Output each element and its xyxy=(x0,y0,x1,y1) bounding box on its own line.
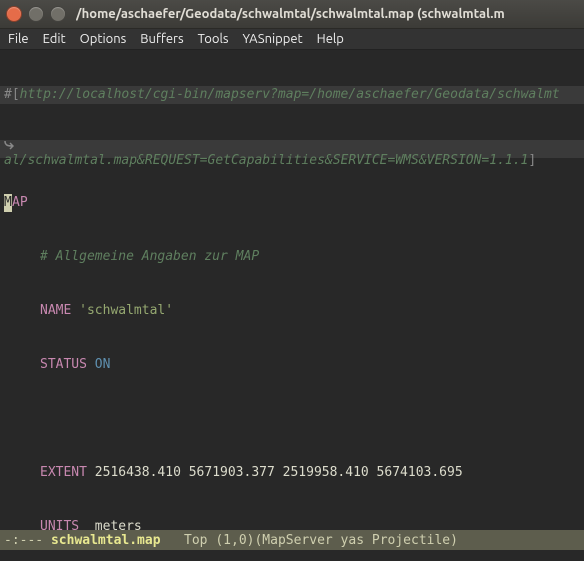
wrap-icon xyxy=(4,140,584,152)
line-units: UNITS meters xyxy=(0,518,584,530)
line-name: NAME 'schwalmtal' xyxy=(0,302,584,320)
menu-bar: File Edit Options Buffers Tools YASnippe… xyxy=(0,29,584,50)
editor-area[interactable]: #[http://localhost/cgi-bin/mapserv?map=/… xyxy=(0,50,584,530)
line-status: STATUS ON xyxy=(0,356,584,374)
menu-edit[interactable]: Edit xyxy=(43,32,66,46)
maximize-icon[interactable] xyxy=(50,6,66,22)
modeline-buffer: schwalmtal.map xyxy=(51,533,161,548)
menu-help[interactable]: Help xyxy=(317,32,344,46)
menu-options[interactable]: Options xyxy=(80,32,127,46)
line-blank1 xyxy=(0,410,584,428)
url-part2: al/schwalmtal.map&REQUEST=GetCapabilitie… xyxy=(4,153,528,168)
modeline-modes: (MapServer yas Projectile) xyxy=(254,533,458,548)
close-icon[interactable] xyxy=(6,6,22,22)
line-extent: EXTENT 2516438.410 5671903.377 2519958.4… xyxy=(0,464,584,482)
window-titlebar: /home/aschaefer/Geodata/schwalmtal/schwa… xyxy=(0,0,584,29)
minibuffer[interactable] xyxy=(0,550,584,561)
menu-file[interactable]: File xyxy=(8,32,29,46)
menu-yasnippet[interactable]: YASnippet xyxy=(243,32,303,46)
minimize-icon[interactable] xyxy=(28,6,44,22)
modeline-flags: -:--- xyxy=(4,533,51,548)
menu-tools[interactable]: Tools xyxy=(198,32,229,46)
modeline-pos: Top (1,0) xyxy=(161,533,255,548)
menu-buffers[interactable]: Buffers xyxy=(140,32,183,46)
window-title: /home/aschaefer/Geodata/schwalmtal/schwa… xyxy=(76,7,505,21)
url-part1: http://localhost/cgi-bin/mapserv?map=/ho… xyxy=(20,87,560,102)
text-cursor: M xyxy=(4,194,12,212)
line-comment-general: # Allgemeine Angaben zur MAP xyxy=(0,248,584,266)
line-url2: al/schwalmtal.map&REQUEST=GetCapabilitie… xyxy=(0,140,584,158)
mode-line: -:--- schwalmtal.map Top (1,0) (MapServe… xyxy=(0,530,584,550)
window-buttons xyxy=(6,6,66,22)
line-url1: #[http://localhost/cgi-bin/mapserv?map=/… xyxy=(0,86,584,104)
line-map: MAP xyxy=(0,194,584,212)
